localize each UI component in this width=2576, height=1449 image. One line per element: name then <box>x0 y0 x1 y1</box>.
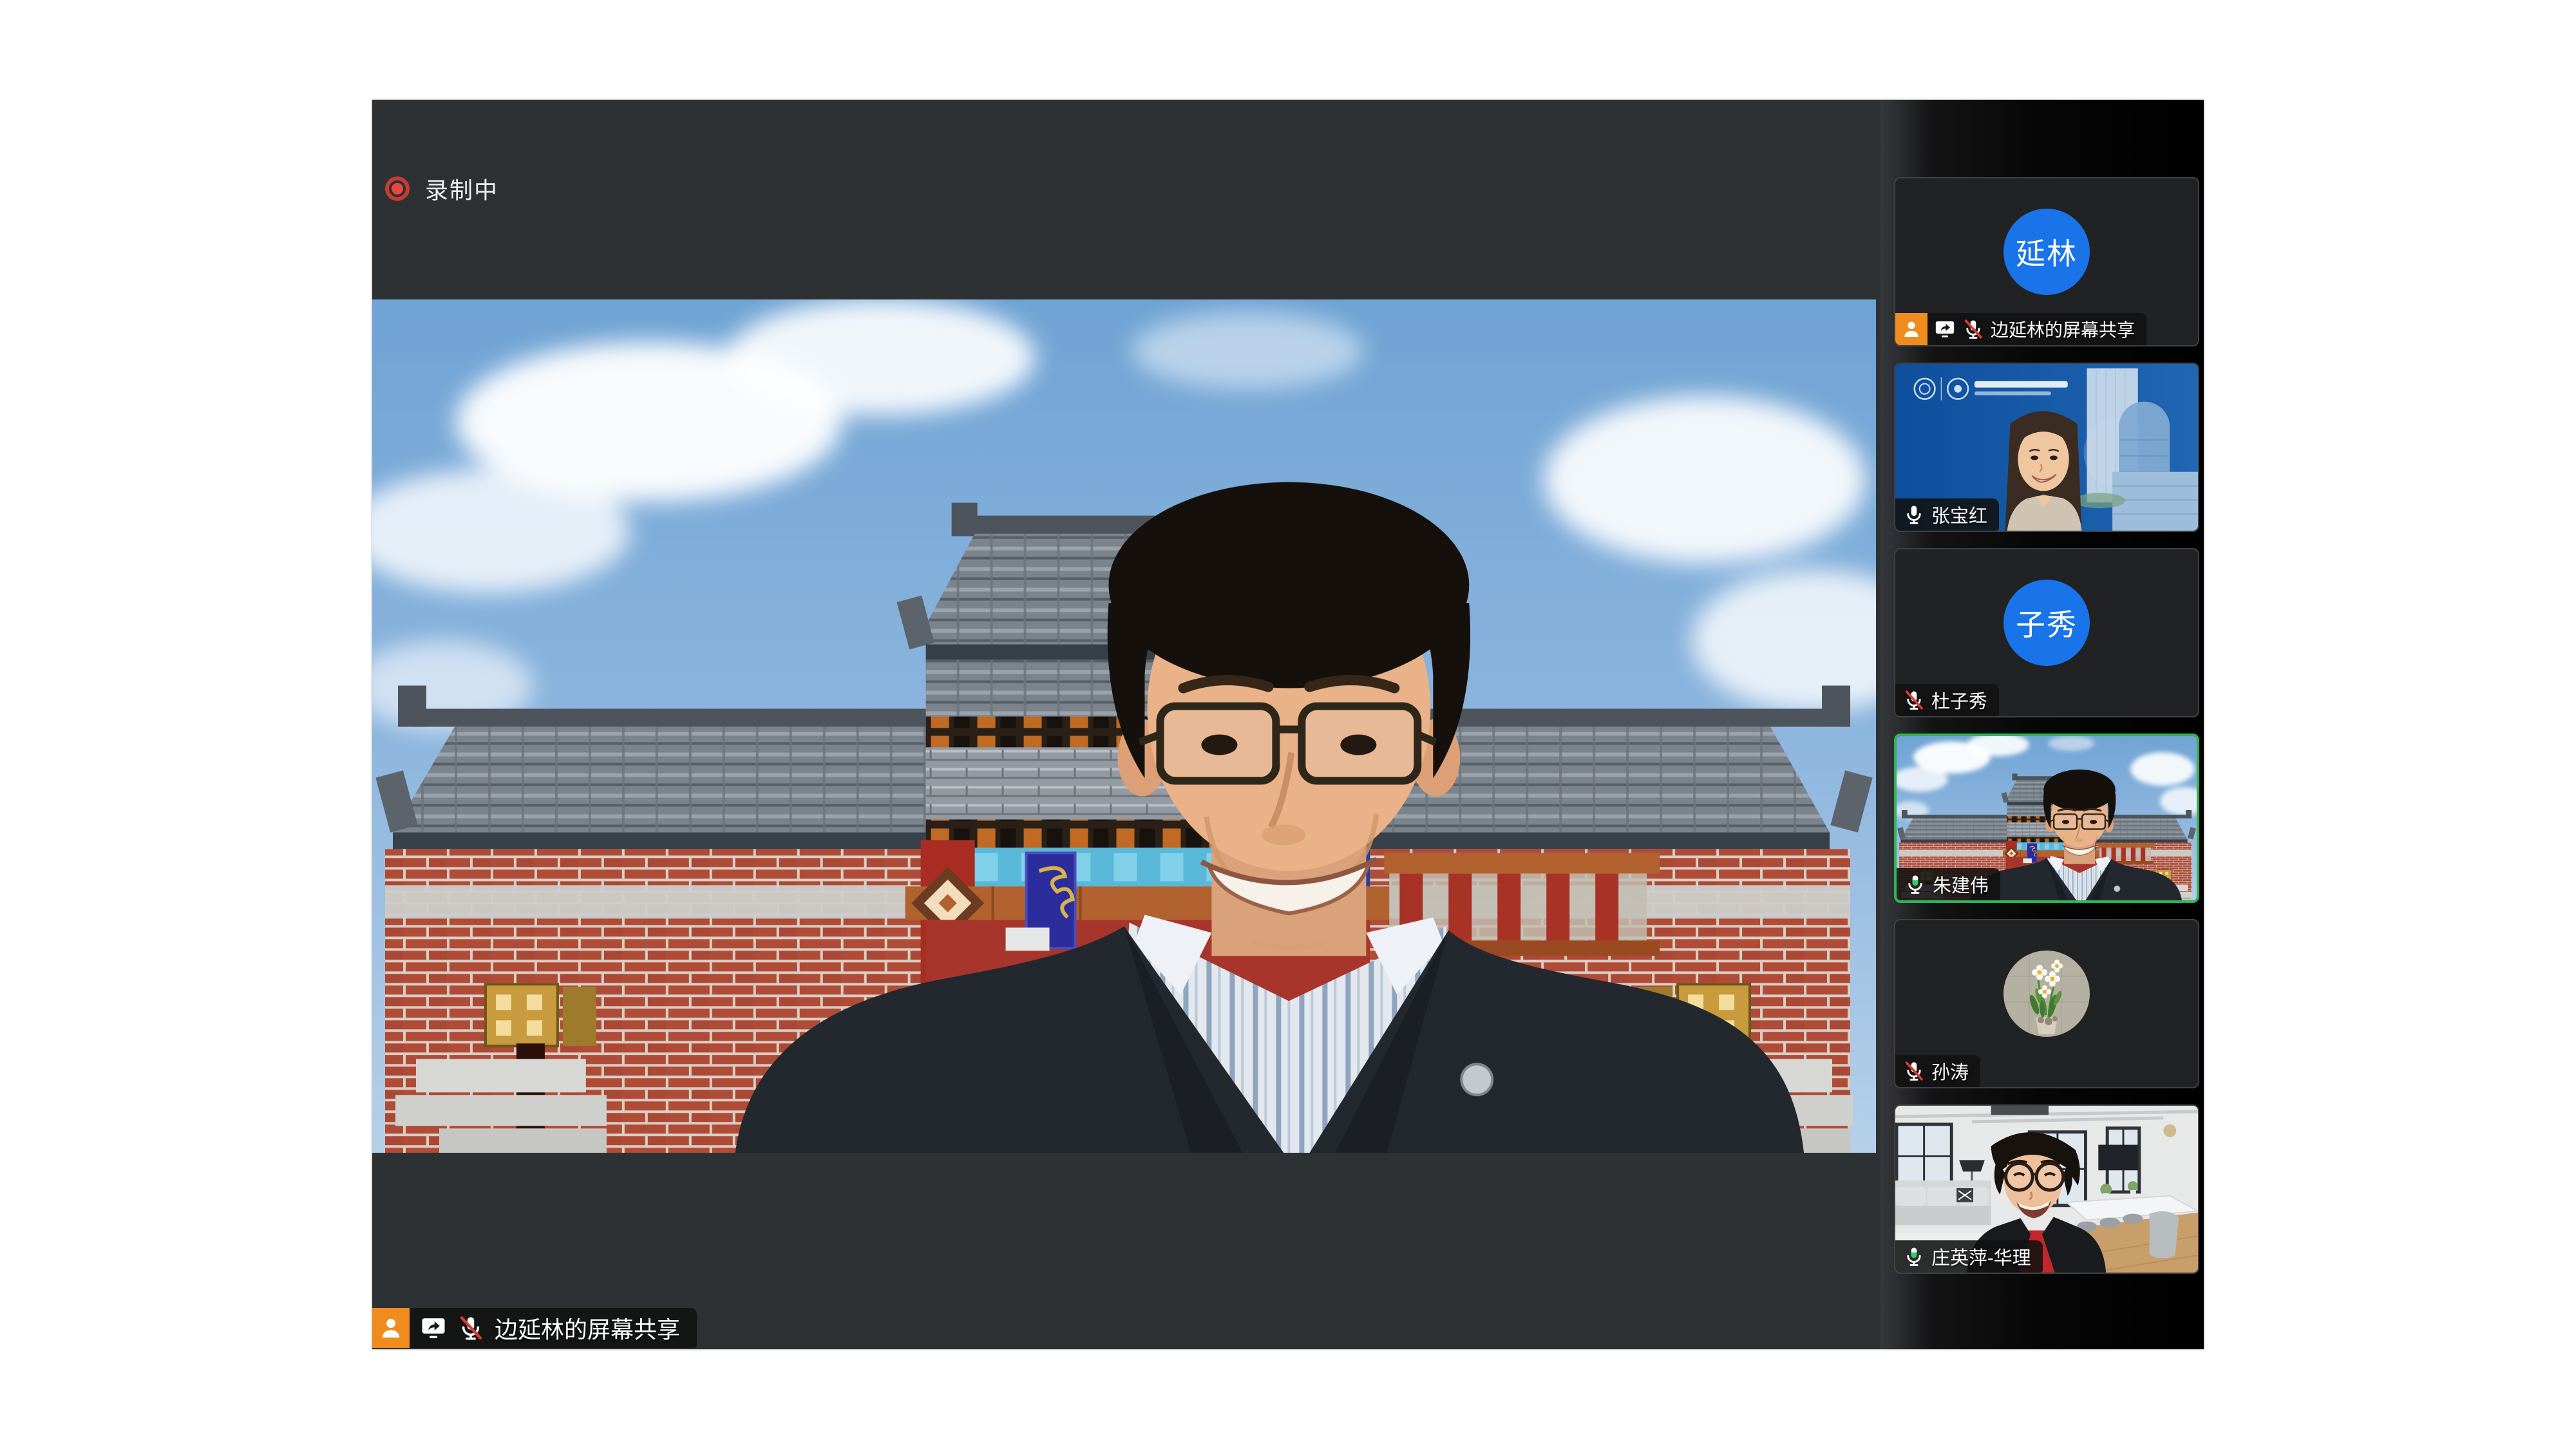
participant-name-chip: 庄英萍-华理 <box>1895 1240 2043 1273</box>
screen-share-owner-chip: 边延林的屏幕共享 <box>372 1308 697 1348</box>
recording-indicator: 录制中 <box>385 172 498 205</box>
mic-speaking-icon <box>1903 1245 1925 1267</box>
pinned-person-icon <box>372 1308 410 1348</box>
participant-tile-share[interactable]: 延林 边延林的屏幕共享 <box>1894 177 2199 346</box>
participant-name: 边延林的屏幕共享 <box>1991 316 2135 342</box>
mic-muted-icon <box>1903 1060 1925 1082</box>
shared-screen-stage: 录制中 边延林的屏幕共享 <box>372 100 1880 1349</box>
participant-name-chip: 杜子秀 <box>1895 684 1999 716</box>
recording-label: 录制中 <box>425 172 498 205</box>
screen-share-owner-label: 边延林的屏幕共享 <box>495 1311 680 1345</box>
participant-name-chip: 张宝红 <box>1895 498 1999 531</box>
pinned-person-icon <box>1895 313 1927 345</box>
flower-avatar-image <box>2003 951 2090 1037</box>
participant-tile-zhujianwei[interactable]: 朱建伟 <box>1894 734 2199 903</box>
participant-name: 杜子秀 <box>1931 687 1987 714</box>
mic-muted-icon <box>1962 318 1984 340</box>
mic-muted-icon <box>1903 689 1925 711</box>
mic-muted-icon <box>457 1314 484 1341</box>
mic-on-icon <box>1903 504 1925 526</box>
participant-tile-duzixiu[interactable]: 子秀 杜子秀 <box>1894 548 2199 717</box>
screen-share-icon <box>420 1314 447 1341</box>
mic-speaking-icon <box>1904 873 1926 895</box>
participant-name-chip: 孙涛 <box>1895 1055 1980 1087</box>
meeting-window: 录制中 边延林的屏幕共享 延林 边延林的屏幕共享 <box>372 100 2204 1349</box>
participants-sidebar: 延林 边延林的屏幕共享 张宝红 子秀 杜子秀 <box>1880 100 2204 1349</box>
participant-name: 孙涛 <box>1931 1057 1969 1084</box>
participant-tile-zhuangyingping[interactable]: 庄英萍-华理 <box>1894 1104 2199 1274</box>
avatar: 子秀 <box>2003 580 2090 666</box>
participant-name: 庄英萍-华理 <box>1931 1243 2031 1270</box>
participant-name-chip: 边延林的屏幕共享 <box>1895 313 2146 345</box>
screen-share-icon <box>1934 318 1956 340</box>
participant-name: 张宝红 <box>1931 501 1987 528</box>
shared-screen-video[interactable] <box>372 299 1876 1153</box>
participant-tile-zhangbaohong[interactable]: 张宝红 <box>1894 363 2199 532</box>
recording-dot-icon <box>385 176 410 201</box>
participant-name-chip: 朱建伟 <box>1897 868 2000 900</box>
participant-name: 朱建伟 <box>1933 871 1989 898</box>
avatar: 延林 <box>2003 209 2090 295</box>
avatar-photo <box>2003 951 2090 1037</box>
participant-tile-suntao[interactable]: 孙涛 <box>1894 919 2199 1088</box>
